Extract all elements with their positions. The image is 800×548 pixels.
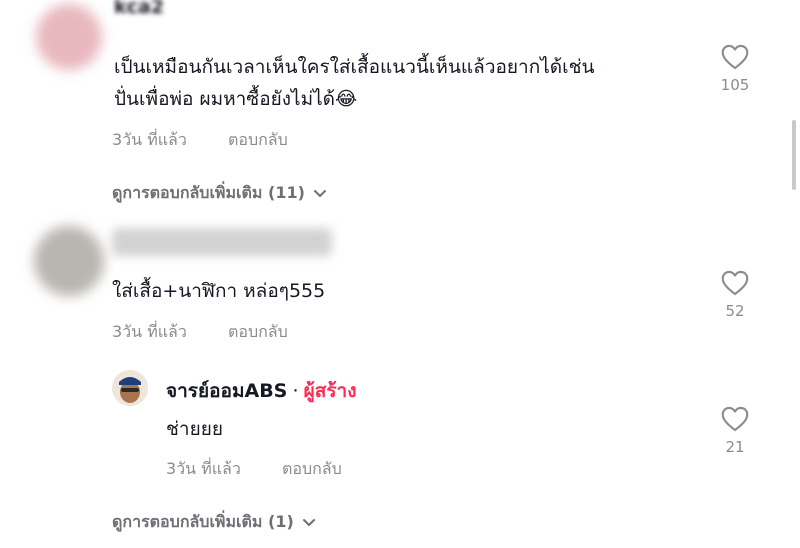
separator-dot: · bbox=[292, 380, 299, 402]
reply-meta: 3วัน ที่แล้ว ตอบกลับ bbox=[166, 457, 342, 482]
reply-username[interactable]: จารย์ออมABS bbox=[166, 380, 287, 402]
reply-button[interactable]: ตอบกลับ bbox=[228, 322, 288, 341]
comment-text-line2: ปั่นเพื่อพ่อ ผมหาซื้อยังไม่ได้😂 bbox=[114, 84, 357, 114]
comment-username[interactable]: kca2 bbox=[114, 0, 164, 18]
chevron-down-icon bbox=[302, 518, 315, 526]
comment-text-line1: เป็นเหมือนกันเวลาเห็นใครใส่เสื้อแนวนี้เห… bbox=[114, 56, 595, 78]
view-more-replies[interactable]: ดูการตอบกลับเพิ่มเติม (1) bbox=[112, 510, 316, 535]
like-count: 105 bbox=[720, 76, 750, 94]
comment-time: 3วัน ที่แล้ว bbox=[112, 130, 187, 149]
reply-button[interactable]: ตอบกลับ bbox=[228, 130, 288, 149]
like-count: 52 bbox=[725, 302, 745, 320]
comment-text-line2-body: ปั่นเพื่อพ่อ ผมหาซื้อยังไม่ได้ bbox=[114, 88, 335, 110]
view-more-replies[interactable]: ดูการตอบกลับเพิ่มเติม (11) bbox=[112, 181, 327, 206]
heart-outline-icon[interactable] bbox=[721, 270, 749, 296]
laughing-emoji-icon: 😂 bbox=[335, 88, 358, 110]
like-button[interactable]: 105 bbox=[715, 44, 755, 94]
avatar[interactable] bbox=[36, 4, 102, 70]
avatar[interactable] bbox=[34, 226, 104, 296]
creator-avatar-image bbox=[112, 370, 148, 406]
comment-text: ใส่เสื้อ+นาฬิกา หล่อๆ555 bbox=[112, 280, 326, 302]
comment-meta: 3วัน ที่แล้ว ตอบกลับ bbox=[112, 320, 288, 345]
comment-time: 3วัน ที่แล้ว bbox=[112, 322, 187, 341]
creator-avatar[interactable] bbox=[112, 370, 148, 406]
reply-time: 3วัน ที่แล้ว bbox=[166, 459, 241, 478]
like-button[interactable]: 21 bbox=[715, 406, 755, 456]
like-count: 21 bbox=[725, 438, 745, 456]
creator-badge: ผู้สร้าง bbox=[303, 380, 357, 402]
heart-outline-icon[interactable] bbox=[721, 44, 749, 70]
view-more-replies-label: ดูการตอบกลับเพิ่มเติม (1) bbox=[112, 512, 294, 531]
reply-header: จารย์ออมABS · ผู้สร้าง bbox=[166, 376, 356, 406]
heart-outline-icon[interactable] bbox=[721, 406, 749, 432]
comment-username[interactable] bbox=[112, 228, 332, 256]
reply-button[interactable]: ตอบกลับ bbox=[282, 459, 342, 478]
comment-meta: 3วัน ที่แล้ว ตอบกลับ bbox=[112, 128, 288, 153]
like-button[interactable]: 52 bbox=[715, 270, 755, 320]
reply-text: ช่ายยย bbox=[166, 418, 223, 440]
scrollbar-thumb[interactable] bbox=[792, 120, 796, 190]
view-more-replies-label: ดูการตอบกลับเพิ่มเติม (11) bbox=[112, 183, 305, 202]
chevron-down-icon bbox=[313, 189, 326, 197]
